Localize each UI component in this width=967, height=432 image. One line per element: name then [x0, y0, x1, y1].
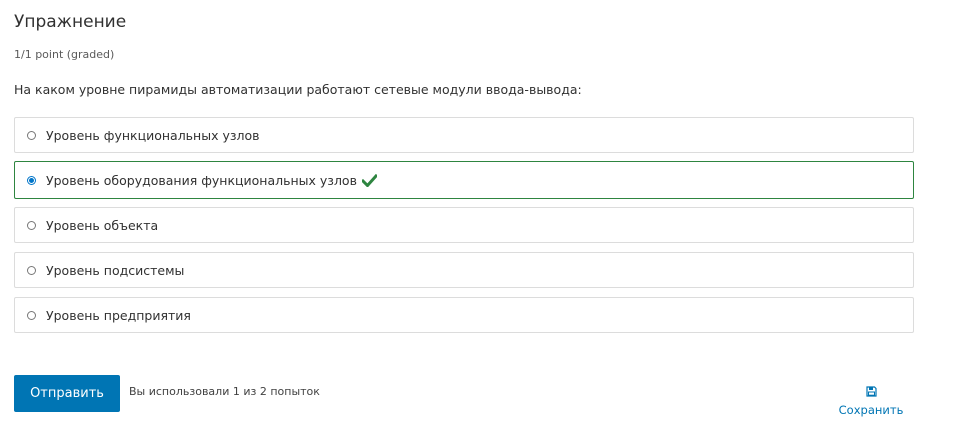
answer-option-label: Уровень подсистемы: [46, 262, 185, 278]
answer-option-label: Уровень объекта: [46, 217, 159, 233]
submit-button[interactable]: Отправить: [14, 375, 120, 412]
radio-button[interactable]: [27, 265, 36, 275]
answer-option-selected[interactable]: Уровень оборудования функциональных узло…: [14, 161, 914, 199]
checkmark-icon: [361, 173, 377, 187]
answer-option[interactable]: Уровень подсистемы: [14, 252, 914, 288]
answer-options: Уровень функциональных узлов Уровень обо…: [14, 117, 914, 342]
attempts-text: Вы использовали 1 из 2 попыток: [129, 385, 320, 398]
problem-title: Упражнение: [14, 12, 127, 32]
question-text: На каком уровне пирамиды автоматизации р…: [14, 82, 582, 97]
floppy-disk-icon: [865, 386, 877, 397]
answer-option[interactable]: Уровень предприятия: [14, 297, 914, 333]
radio-button[interactable]: [27, 220, 36, 230]
radio-button-checked[interactable]: [27, 175, 36, 185]
points-status: 1/1 point (graded): [14, 48, 115, 61]
radio-button[interactable]: [27, 130, 36, 140]
radio-button[interactable]: [27, 310, 36, 320]
answer-option-label: Уровень предприятия: [46, 307, 191, 323]
problem-page: Упражнение 1/1 point (graded) На каком у…: [0, 0, 967, 432]
answer-option-label: Уровень функциональных узлов: [46, 127, 260, 143]
answer-option-label: Уровень оборудования функциональных узло…: [46, 172, 357, 188]
save-button[interactable]: Сохранить: [836, 386, 906, 418]
answer-option[interactable]: Уровень объекта: [14, 207, 914, 243]
answer-option[interactable]: Уровень функциональных узлов: [14, 117, 914, 153]
save-label: Сохранить: [838, 403, 904, 417]
